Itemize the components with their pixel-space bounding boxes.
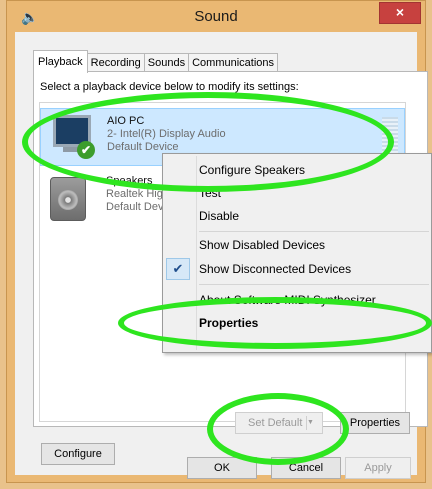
- checkmark-icon: ✔: [166, 258, 190, 280]
- dropdown-arrow-icon[interactable]: ▼: [306, 416, 319, 430]
- tab-communications[interactable]: Communications: [188, 53, 279, 72]
- tab-strip: Playback Recording Sounds Communications: [33, 50, 279, 73]
- properties-button[interactable]: Properties: [340, 412, 410, 434]
- device-status: Default Device: [107, 141, 179, 153]
- device-name: Speakers: [106, 175, 153, 187]
- menu-item-disable[interactable]: Disable: [199, 205, 239, 227]
- tab-playback[interactable]: Playback: [33, 50, 88, 73]
- default-check-icon: ✔: [77, 141, 95, 159]
- device-description: 2- Intel(R) Display Audio: [107, 128, 226, 140]
- menu-item-test[interactable]: Test: [199, 182, 221, 204]
- close-button[interactable]: ×: [379, 2, 421, 24]
- set-default-label: Set Default: [248, 417, 303, 429]
- window-title: Sound: [194, 8, 238, 25]
- cancel-button[interactable]: Cancel: [271, 457, 341, 479]
- tab-sounds[interactable]: Sounds: [143, 53, 190, 72]
- menu-separator: [199, 231, 429, 232]
- apply-button[interactable]: Apply: [345, 457, 411, 479]
- device-name: AIO PC: [107, 115, 145, 127]
- menu-item-show-disabled-devices[interactable]: Show Disabled Devices: [199, 234, 325, 256]
- menu-item-about-midi[interactable]: About Software MIDI Synthesizer: [199, 289, 376, 311]
- speaker-icon: [50, 177, 86, 221]
- menu-gutter: [196, 156, 197, 350]
- set-default-button[interactable]: Set Default ▼: [235, 412, 323, 434]
- instruction-text: Select a playback device below to modify…: [40, 81, 299, 93]
- close-icon: ×: [395, 4, 405, 20]
- tab-recording[interactable]: Recording: [86, 53, 145, 72]
- speaker-cone: [58, 190, 78, 210]
- ok-button[interactable]: OK: [187, 457, 257, 479]
- configure-button[interactable]: Configure: [41, 443, 115, 465]
- menu-item-show-disconnected-devices[interactable]: Show Disconnected Devices: [199, 258, 351, 280]
- device-context-menu: Configure Speakers Test Disable Show Dis…: [162, 153, 432, 353]
- title-bar[interactable]: 🔈 Sound ×: [7, 1, 425, 33]
- menu-item-configure-speakers[interactable]: Configure Speakers: [199, 159, 305, 181]
- menu-item-properties[interactable]: Properties: [199, 312, 258, 334]
- menu-separator: [199, 284, 429, 285]
